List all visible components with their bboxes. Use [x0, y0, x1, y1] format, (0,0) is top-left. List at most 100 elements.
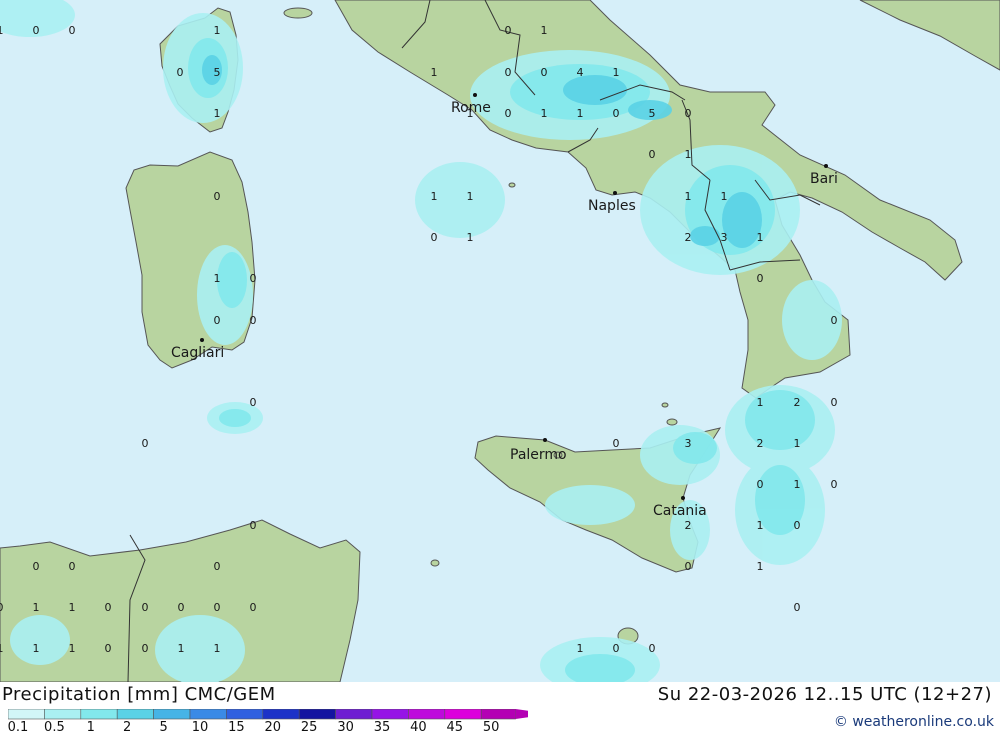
precip-value: 1 — [69, 642, 76, 655]
precip-value: 0 — [178, 601, 185, 614]
precip-value: 0 — [105, 601, 112, 614]
precip-value: 3 — [685, 437, 692, 450]
precip-value: 0 — [685, 560, 692, 573]
precip-value: 1 — [757, 519, 764, 532]
map-title: Precipitation [mm] CMC/GEM — [2, 684, 276, 705]
precip-value: 1 — [0, 642, 4, 655]
scale-swatch — [371, 709, 409, 720]
precipitation-map[interactable]: Rome Naples Bari Cagliari Palermo Catani… — [0, 0, 1000, 682]
precip-value: 3 — [721, 231, 728, 244]
scale-swatch — [226, 709, 264, 720]
scale-swatch — [262, 709, 300, 720]
precip-value: 0 — [649, 642, 656, 655]
city-label-catania: Catania — [653, 503, 707, 519]
precip-value: 1 — [431, 66, 438, 79]
precip-value: 1 — [757, 396, 764, 409]
precip-value: 0 — [142, 642, 149, 655]
precip-value: 1 — [541, 107, 548, 120]
precip-value: 0 — [794, 519, 801, 532]
scale-arrow — [515, 709, 528, 719]
scale-swatch — [44, 709, 82, 720]
precip-value: 0 — [613, 437, 620, 450]
precip-value: 1 — [178, 642, 185, 655]
city-label-cagliari: Cagliari — [171, 345, 224, 361]
precip-value: 0 — [250, 272, 257, 285]
precip-value: 1 — [431, 190, 438, 203]
precip-value: 0 — [142, 437, 149, 450]
precip-value: 0 — [613, 107, 620, 120]
precip-value: 2 — [794, 396, 801, 409]
precip-value: 0 — [685, 107, 692, 120]
precip-value: 0 — [33, 24, 40, 37]
precip-value: 1 — [467, 107, 474, 120]
precip-value: 0 — [250, 601, 257, 614]
precip-value: 4 — [577, 66, 584, 79]
precip-value: 0 — [250, 396, 257, 409]
precip-value: 1 — [33, 601, 40, 614]
precip-value: 1 — [214, 24, 221, 37]
precip-value: 0 — [505, 66, 512, 79]
precip-value: 1 — [757, 231, 764, 244]
precip-value: 0 — [831, 396, 838, 409]
precip-value: 0 — [142, 601, 149, 614]
legend-bar: Precipitation [mm] CMC/GEM Su 22-03-2026… — [0, 682, 1000, 735]
scale-swatch — [153, 709, 191, 720]
precip-value: 2 — [757, 437, 764, 450]
precip-value: 5 — [649, 107, 656, 120]
scale-swatch — [408, 709, 446, 720]
precip-value: 1 — [685, 148, 692, 161]
precip-value: 0 — [541, 66, 548, 79]
precip-value: 1 — [757, 560, 764, 573]
forecast-datetime: Su 22-03-2026 12..15 UTC (12+27) — [657, 684, 992, 705]
precip-value: 1 — [0, 24, 4, 37]
precip-value: 0 — [214, 560, 221, 573]
scale-swatch — [8, 709, 45, 720]
precip-value: 0 — [757, 478, 764, 491]
precip-value: 0 — [431, 231, 438, 244]
precip-value: 2 — [685, 519, 692, 532]
precip-value: 0 — [505, 107, 512, 120]
precip-value: 0 — [250, 314, 257, 327]
precip-value: 1 — [214, 107, 221, 120]
precip-value: 1 — [577, 642, 584, 655]
credit-text: © weatheronline.co.uk — [833, 714, 994, 730]
scale-swatch — [444, 709, 482, 720]
city-label-naples: Naples — [588, 198, 636, 214]
precip-value: 0 — [214, 190, 221, 203]
precip-value: 1 — [214, 642, 221, 655]
precip-value: 5 — [214, 66, 221, 79]
precip-value: 0 — [505, 24, 512, 37]
scale-swatch — [80, 709, 118, 720]
precip-value: 0 — [250, 519, 257, 532]
precip-value: 0 — [33, 560, 40, 573]
precip-value: 1 — [794, 437, 801, 450]
precip-value: 0 — [831, 478, 838, 491]
precip-value: 0 — [177, 66, 184, 79]
scale-swatch — [116, 709, 154, 720]
precip-value: 1 — [721, 190, 728, 203]
precip-value: 1 — [467, 190, 474, 203]
precip-value: 1 — [577, 107, 584, 120]
precip-value: 0 — [69, 560, 76, 573]
precip-value: 0 — [757, 272, 764, 285]
scale-swatch — [298, 709, 336, 720]
precip-value: 1 — [613, 66, 620, 79]
city-label-bari: Bari — [810, 171, 838, 187]
precip-value: 1 — [214, 272, 221, 285]
precip-value: 1 — [467, 231, 474, 244]
precip-value: 0 — [0, 601, 4, 614]
city-label-palermo: Palermo — [510, 447, 567, 463]
precip-value: 1 — [685, 190, 692, 203]
precip-value: 0 — [649, 148, 656, 161]
scale-swatch — [189, 709, 227, 720]
precip-value: 1 — [541, 24, 548, 37]
precip-value: 2 — [685, 231, 692, 244]
scale-swatch — [480, 709, 516, 720]
precip-value: 0 — [214, 601, 221, 614]
precip-value: 0 — [613, 642, 620, 655]
scale-swatch — [335, 709, 373, 720]
precip-value: 0 — [214, 314, 221, 327]
precip-value: 1 — [794, 478, 801, 491]
precip-value: 1 — [33, 642, 40, 655]
precip-value: 0 — [794, 601, 801, 614]
